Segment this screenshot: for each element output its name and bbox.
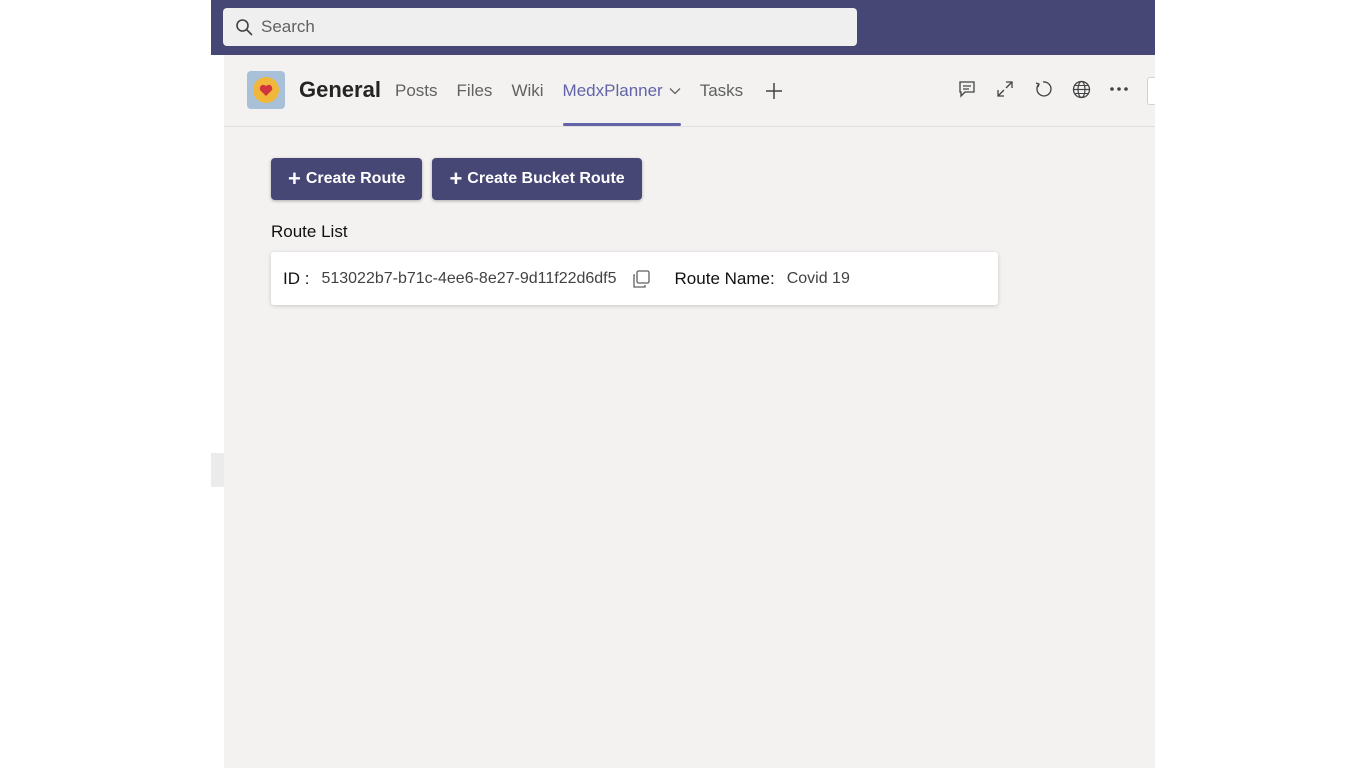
tab-tasks[interactable]: Tasks [700, 55, 743, 127]
medxplanner-content: + Create Route + Create Bucket Route Rou… [271, 158, 998, 305]
tab-label: MedxPlanner [562, 81, 663, 100]
tab-label: Posts [395, 81, 438, 100]
add-tab-icon[interactable] [764, 81, 784, 101]
teams-app: Search General Posts Files Wiki MedxPlan… [211, 0, 1155, 768]
rail-toggle[interactable] [211, 453, 224, 487]
channel-tabs: Posts Files Wiki MedxPlanner Tasks [395, 55, 784, 127]
channel-title: General [299, 77, 381, 102]
reload-icon[interactable] [1033, 79, 1053, 99]
tab-files[interactable]: Files [457, 55, 493, 127]
tab-label: Wiki [511, 81, 544, 100]
team-avatar[interactable] [247, 71, 285, 109]
more-options-icon[interactable] [1109, 79, 1129, 99]
channel-header: General Posts Files Wiki MedxPlanner Tas… [224, 55, 1155, 127]
create-bucket-route-button[interactable]: + Create Bucket Route [432, 158, 642, 200]
action-buttons: + Create Route + Create Bucket Route [271, 158, 998, 200]
expand-icon[interactable] [995, 79, 1015, 99]
create-route-button[interactable]: + Create Route [271, 158, 423, 200]
top-bar: Search [211, 0, 1155, 55]
header-actions [957, 79, 1147, 99]
route-name-value: Covid 19 [786, 269, 850, 287]
route-id-value: 513022b7-b71c-4ee6-8e27-9d11f22d6df5 [321, 269, 617, 287]
search-input[interactable]: Search [261, 17, 315, 37]
side-panel-edge[interactable] [1147, 77, 1155, 105]
route-id-label: ID : [283, 268, 310, 288]
create-bucket-route-label: Create Bucket Route [467, 170, 625, 187]
copy-icon[interactable] [631, 269, 651, 289]
globe-icon[interactable] [1071, 79, 1091, 99]
search-icon [236, 19, 253, 36]
left-rail [211, 55, 224, 768]
plus-icon: + [288, 166, 301, 191]
tab-wiki[interactable]: Wiki [511, 55, 543, 127]
tab-posts[interactable]: Posts [395, 55, 438, 127]
tab-label: Tasks [699, 81, 744, 100]
route-name-label: Route Name: [674, 268, 775, 288]
chevron-down-icon[interactable] [669, 87, 681, 95]
search-box[interactable]: Search [223, 8, 857, 46]
tab-label: Files [456, 81, 493, 100]
conversation-icon[interactable] [957, 79, 977, 99]
heart-icon [253, 77, 279, 103]
plus-icon: + [449, 166, 463, 191]
create-route-label: Create Route [305, 170, 406, 187]
route-list-item[interactable]: ID : 513022b7-b71c-4ee6-8e27-9d11f22d6df… [271, 252, 998, 305]
route-list-title: Route List [271, 222, 348, 241]
tab-medxplanner[interactable]: MedxPlanner [562, 55, 681, 127]
